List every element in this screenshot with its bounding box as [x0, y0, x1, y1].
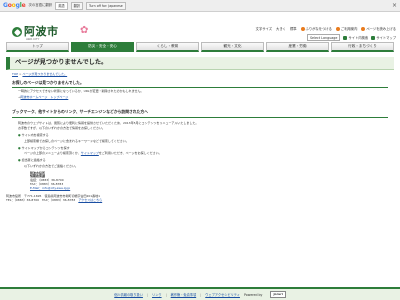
translate-language-select[interactable]: 英語	[55, 1, 68, 10]
contact-block: 阿波市役所 情報政策課 電話：（0883）36-8700 FAX：（0883）3…	[30, 171, 370, 191]
translate-label: 次の言語に翻訳	[28, 3, 53, 8]
top-page-link-row: →阿波市ホームページ トップページ	[18, 94, 69, 99]
search-method-text: 上部検索欄でお探しのページに含まれるキーワードなどで検索してください。	[24, 138, 129, 143]
footer-address-block: 阿波市役所 〒771-1695 徳島県阿波市市場町切幡字古田201番地1 TEL…	[6, 195, 394, 203]
site-search-link[interactable]: サイト内検索	[343, 35, 368, 40]
footer-link-accessibility[interactable]: ウェブアクセシビリティ	[205, 293, 240, 297]
furigana-button[interactable]: ふりがなをつける	[300, 27, 332, 31]
flower-decoration-icon: ✿	[80, 25, 89, 36]
top-page-link[interactable]: 阿波市ホームページ トップページ	[21, 95, 69, 99]
site-logo-subtitle: AWA CITY	[26, 37, 40, 41]
search-icon	[343, 35, 348, 40]
guide-link[interactable]: ご利用案内	[335, 27, 357, 31]
font-normal-button[interactable]: 標準	[290, 27, 297, 31]
nav-item-living[interactable]: くらし・教育	[136, 42, 199, 52]
footer-bar: 個人情報の取り扱い | リンク | 著作権・免責事項 | ウェブアクセシビリティ Po…	[0, 287, 400, 300]
footer-link-links[interactable]: リンク	[152, 293, 162, 297]
close-icon[interactable]: ×	[392, 2, 397, 10]
renewal-text: 阿波市のウェブサイトは、閲覧により便利に情報を提供させていただくため、2013年…	[18, 120, 199, 125]
turn-off-translate-button[interactable]: Turn off for: Japanese	[85, 1, 126, 10]
guide-icon	[335, 27, 340, 31]
read-aloud-button[interactable]: ページを読み上げる	[361, 27, 396, 31]
page-title: ページが見つかりませんでした。	[6, 57, 394, 70]
footer-link-privacy[interactable]: 個人情報の取り扱い	[114, 293, 143, 297]
sitemap-link[interactable]: サイトマップ	[371, 35, 396, 40]
sitemap-method-title: サイトマップからコンテンツを探す	[18, 146, 382, 151]
footer-link-copyright[interactable]: 著作権・免責事項	[171, 293, 197, 297]
header-tools: 文字サイズ 大きく 標準 ふりがなをつける ご利用案内 ページを読み上げる	[256, 27, 396, 31]
sitemap-inline-link[interactable]: サイトマップ	[81, 151, 99, 156]
global-nav: トップ 防災・安全・安心 くらし・教育 観光・文化 産業・労働 行政・まちづくり	[6, 42, 394, 52]
footer-phone: TEL：（0883）36-8700 FAX：（0883）36-8783 アクセス…	[6, 198, 103, 203]
instruction-text: お手数ですが、以下のいずれかの方法で情報をお探しください。	[18, 126, 105, 131]
speaker-icon	[361, 27, 366, 31]
visitor-heading: ブックマーク、他サイトからのリンク、サーチエンジンなどから訪問された方へ	[12, 109, 388, 118]
sitemap-icon	[371, 35, 376, 40]
joruri-logo[interactable]: Joruri	[270, 291, 286, 298]
language-select[interactable]: Select Language	[306, 34, 341, 42]
city-emblem-icon	[12, 27, 22, 37]
nav-item-administration[interactable]: 行政・まちづくり	[331, 42, 394, 52]
access-link[interactable]: アクセスはこちら	[78, 198, 102, 202]
breadcrumb: TOP > ページが見つかりませんでした。	[12, 72, 68, 76]
font-size-label: 文字サイズ	[255, 27, 273, 31]
powered-by-label: Powered by	[243, 292, 263, 297]
contact-email[interactable]: E-Mail：info@city.awa.lg.jp	[30, 186, 370, 191]
contact-method-title: 担当者に連絡する	[18, 158, 382, 163]
contact-method-text: 以下いずれかの方法でご連絡ください。	[24, 163, 79, 168]
not-found-text: 一時的にアクセスできない状態になっているか、URLが変更・削除されたのかもしれま…	[18, 88, 144, 93]
search-method-title: サイト内を検索する	[18, 133, 382, 138]
font-large-button[interactable]: 大きく	[276, 27, 286, 31]
furigana-icon	[300, 27, 305, 31]
nav-item-industry[interactable]: 産業・労働	[266, 42, 329, 52]
breadcrumb-top-link[interactable]: TOP	[12, 72, 18, 76]
breadcrumb-current-link[interactable]: ページが見つかりませんでした。	[22, 72, 67, 76]
nav-item-safety[interactable]: 防災・安全・安心	[71, 42, 134, 52]
nav-item-tourism[interactable]: 観光・文化	[201, 42, 264, 52]
nav-item-top[interactable]: トップ	[6, 42, 69, 52]
sitemap-method-text: ページの上部のメニューより検索頂くか、サイトマップをご利用いただき、ページをお探…	[24, 151, 162, 156]
site-header: 阿波市 AWA CITY ✿ 文字サイズ 大きく 標準 ふりがなをつける ご利用…	[0, 12, 400, 42]
header-search-row: Select Language サイト内検索 サイトマップ	[306, 34, 396, 42]
translate-button[interactable]: 翻訳	[70, 1, 83, 10]
not-found-heading: お探しのページは見つかりませんでした。	[12, 80, 388, 88]
google-logo: Google	[3, 1, 26, 9]
google-translate-bar: Google 次の言語に翻訳 英語 翻訳 Turn off for: Japan…	[0, 0, 400, 12]
